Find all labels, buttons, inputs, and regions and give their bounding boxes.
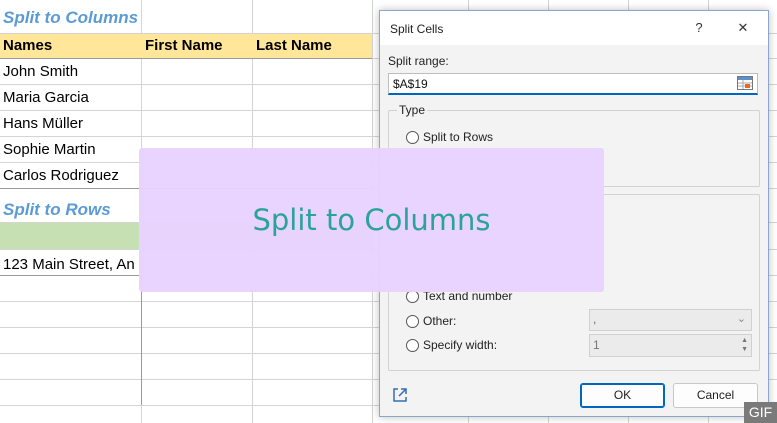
width-value: 1: [593, 338, 600, 352]
gif-badge: GIF: [744, 402, 777, 423]
range-select-icon[interactable]: [737, 76, 753, 90]
stepper-arrows-icon[interactable]: ▲ ▼: [741, 336, 748, 354]
header-last-name[interactable]: Last Name: [256, 37, 332, 54]
split-to-rows-label[interactable]: Split to Rows: [423, 130, 493, 144]
dialog-title: Split Cells: [390, 22, 444, 36]
other-combobox[interactable]: , ⌄: [589, 309, 752, 331]
table-border: [141, 275, 142, 405]
dialog-titlebar[interactable]: Split Cells ? ✕: [380, 11, 768, 45]
split-range-label: Split range:: [388, 54, 449, 68]
table-border: [0, 275, 142, 276]
table-cell-name[interactable]: Carlos Rodriguez: [3, 167, 119, 184]
help-button[interactable]: ?: [686, 17, 712, 39]
external-link-icon[interactable]: [392, 387, 408, 403]
specify-width-label[interactable]: Specify width:: [423, 338, 497, 352]
type-group-label: Type: [397, 103, 428, 117]
close-button[interactable]: ✕: [730, 17, 756, 39]
other-radio[interactable]: [406, 315, 419, 328]
table-cell-name[interactable]: Hans Müller: [3, 115, 83, 132]
header-first-name[interactable]: First Name: [145, 37, 223, 54]
chevron-down-icon: ⌄: [736, 313, 746, 325]
specify-width-radio[interactable]: [406, 339, 419, 352]
caption-text: Split to Columns: [252, 203, 491, 237]
table-cell-name[interactable]: Maria Garcia: [3, 89, 89, 106]
split-range-input[interactable]: [389, 74, 723, 93]
address-cell[interactable]: 123 Main Street, An: [3, 256, 135, 273]
caption-overlay: Split to Columns: [139, 148, 604, 292]
split-to-rows-radio[interactable]: [406, 131, 419, 144]
header-names[interactable]: Names: [3, 37, 52, 54]
table-border: [0, 58, 372, 59]
section-title-rows: Split to Rows: [3, 200, 111, 219]
table-cell-name[interactable]: Sophie Martin: [3, 141, 96, 158]
split-range-field[interactable]: [388, 73, 758, 95]
ok-button[interactable]: OK: [580, 383, 665, 408]
section-title-columns: Split to Columns: [3, 8, 139, 27]
width-stepper[interactable]: 1 ▲ ▼: [589, 334, 752, 357]
other-label[interactable]: Other:: [423, 314, 456, 328]
other-value: ,: [593, 312, 597, 326]
table-cell-name[interactable]: John Smith: [3, 63, 78, 80]
